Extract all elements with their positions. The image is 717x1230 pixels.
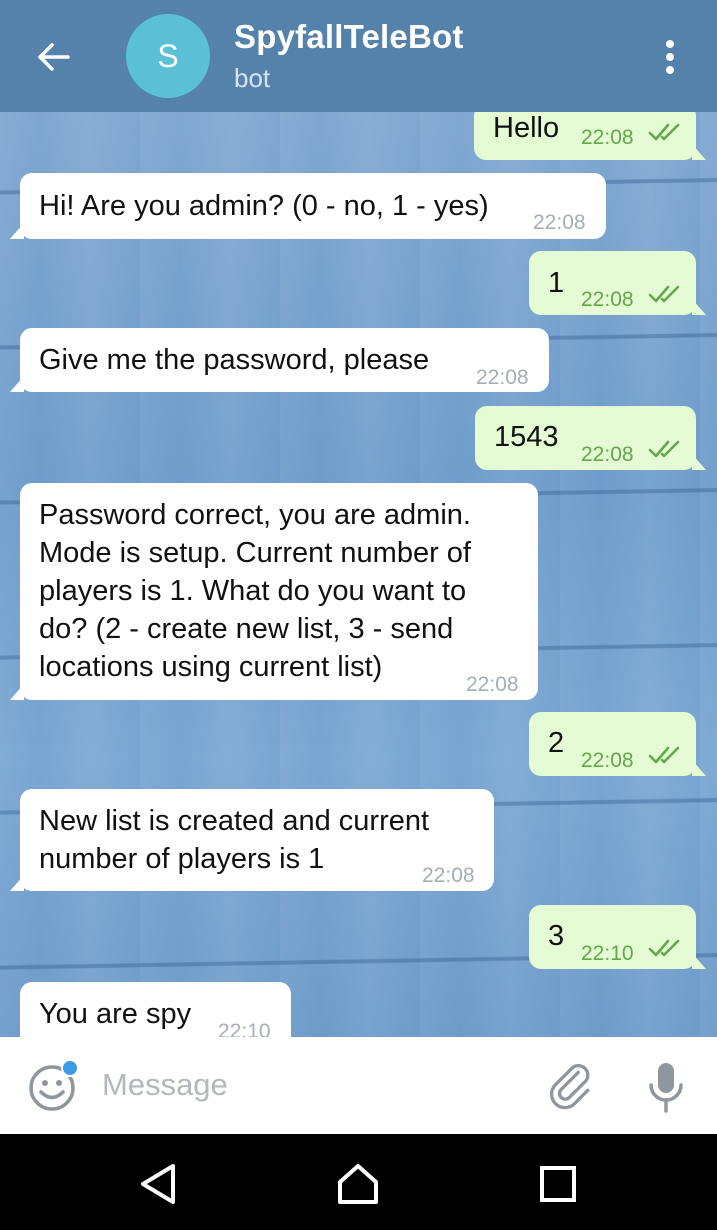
read-check-icon <box>648 746 680 764</box>
chat-subtitle: bot <box>234 63 271 93</box>
message-outgoing[interactable]: 1543 22:08 <box>475 406 706 470</box>
message-incoming[interactable]: Hi! Are you admin? (0 - no, 1 - yes) 22:… <box>10 173 606 239</box>
system-navigation-bar <box>0 1134 717 1230</box>
avatar[interactable]: S <box>126 14 210 98</box>
message-incoming[interactable]: Give me the password, please 22:08 <box>10 328 549 392</box>
message-time: 22:08 <box>581 749 634 772</box>
message-text: Password correct, you are admin. Mode is… <box>39 499 471 683</box>
read-check-icon <box>648 440 680 458</box>
message-list[interactable]: Hello 22:08 Hi! Are you admin? (0 - no, … <box>0 112 717 1037</box>
message-text: New list is created and current number o… <box>39 805 430 875</box>
message-time: 22:10 <box>218 1020 271 1037</box>
message-input[interactable] <box>102 1063 522 1107</box>
arrow-left-icon <box>38 43 70 71</box>
read-check-icon <box>648 123 680 141</box>
message-text: Give me the password, please <box>39 344 430 376</box>
message-outgoing[interactable]: 3 22:10 <box>529 905 706 969</box>
message-time: 22:08 <box>422 864 475 887</box>
message-text: 3 <box>548 920 565 952</box>
paperclip-icon[interactable] <box>548 1063 598 1113</box>
chat-title[interactable]: SpyfallTeleBot <box>234 18 464 56</box>
message-incoming[interactable]: Password correct, you are admin. Mode is… <box>10 483 538 700</box>
more-vertical-icon <box>666 40 674 74</box>
message-time: 22:08 <box>466 673 519 696</box>
chat-header: S SpyfallTeleBot bot <box>0 0 717 112</box>
nav-recents-icon[interactable] <box>534 1160 582 1208</box>
message-time: 22:08 <box>533 211 586 234</box>
more-options-button[interactable] <box>650 30 690 84</box>
message-text: Hello <box>493 112 560 144</box>
message-outgoing[interactable]: 1 22:08 <box>529 251 706 315</box>
nav-home-icon[interactable] <box>334 1160 382 1208</box>
message-time: 22:08 <box>476 366 529 389</box>
message-text: Hi! Are you admin? (0 - no, 1 - yes) <box>39 190 489 222</box>
message-text: 2 <box>548 727 565 759</box>
nav-back-icon[interactable] <box>135 1160 183 1208</box>
compose-bar <box>0 1037 717 1134</box>
message-time: 22:10 <box>581 942 634 965</box>
message-outgoing[interactable]: Hello 22:08 <box>474 112 706 160</box>
microphone-icon[interactable] <box>646 1061 686 1115</box>
message-outgoing[interactable]: 2 22:08 <box>529 712 706 776</box>
message-incoming[interactable]: New list is created and current number o… <box>10 789 494 891</box>
message-time: 22:08 <box>581 126 634 149</box>
message-text: 1543 <box>494 421 559 453</box>
avatar-letter: S <box>157 37 179 74</box>
read-check-icon <box>648 939 680 957</box>
message-time: 22:08 <box>581 288 634 311</box>
message-incoming[interactable]: You are spy 22:10 <box>10 982 291 1037</box>
notification-dot <box>61 1059 79 1077</box>
message-text: 1 <box>548 267 565 299</box>
message-time: 22:08 <box>581 443 634 466</box>
read-check-icon <box>648 285 680 303</box>
message-text: You are spy <box>39 998 192 1030</box>
back-button[interactable] <box>26 30 80 84</box>
